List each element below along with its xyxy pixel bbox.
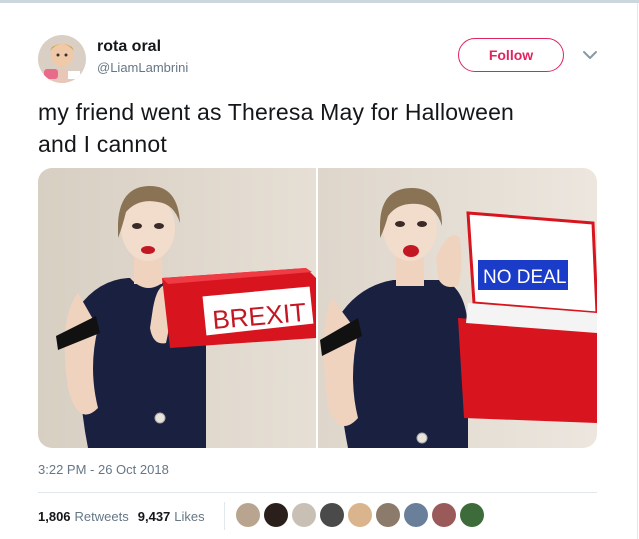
divider [38,492,597,493]
likes-label: Likes [174,509,205,524]
likes-stat[interactable]: 9,437 Likes [138,509,205,524]
tweet-text-line-1: my friend went as Theresa May for Hallow… [38,99,515,125]
retweets-stat[interactable]: 1,806 Retweets [38,509,129,524]
liker-avatar[interactable] [432,503,456,527]
liker-avatar[interactable] [236,503,260,527]
liker-avatar[interactable] [404,503,428,527]
photo-no-deal[interactable]: NO DEAL [318,168,597,448]
tweet-media: BREXIT NO DEAL [38,168,597,448]
liker-avatar[interactable] [264,503,288,527]
author-avatar[interactable] [38,35,86,83]
liker-avatar[interactable] [292,503,316,527]
tweet-text: my friend went as Theresa May for Hallow… [38,96,618,160]
follow-button[interactable]: Follow [458,38,564,72]
photo-brexit[interactable]: BREXIT [38,168,316,448]
author-name[interactable]: rota oral [97,38,161,56]
tweet-card: rota oral @LiamLambrini Follow my friend… [0,0,639,539]
liker-avatar[interactable] [376,503,400,527]
top-border [0,0,639,3]
chevron-down-icon[interactable] [581,48,599,62]
liker-avatars [236,503,488,527]
likes-count: 9,437 [137,509,171,524]
author-handle[interactable]: @LiamLambrini [97,60,188,75]
liker-avatar[interactable] [320,503,344,527]
tweet-timestamp[interactable]: 3:22 PM - 26 Oct 2018 [38,462,169,477]
retweets-count: 1,806 [38,509,71,524]
retweets-label: Retweets [74,509,129,524]
liker-avatar[interactable] [348,503,372,527]
engagement-stats: 1,806 Retweets 9,437 Likes [38,509,214,524]
tweet-text-line-2: and I cannot [38,131,168,157]
liker-avatar[interactable] [460,503,484,527]
stats-divider [224,502,225,530]
no-deal-sign-text: NO DEAL [483,267,566,288]
